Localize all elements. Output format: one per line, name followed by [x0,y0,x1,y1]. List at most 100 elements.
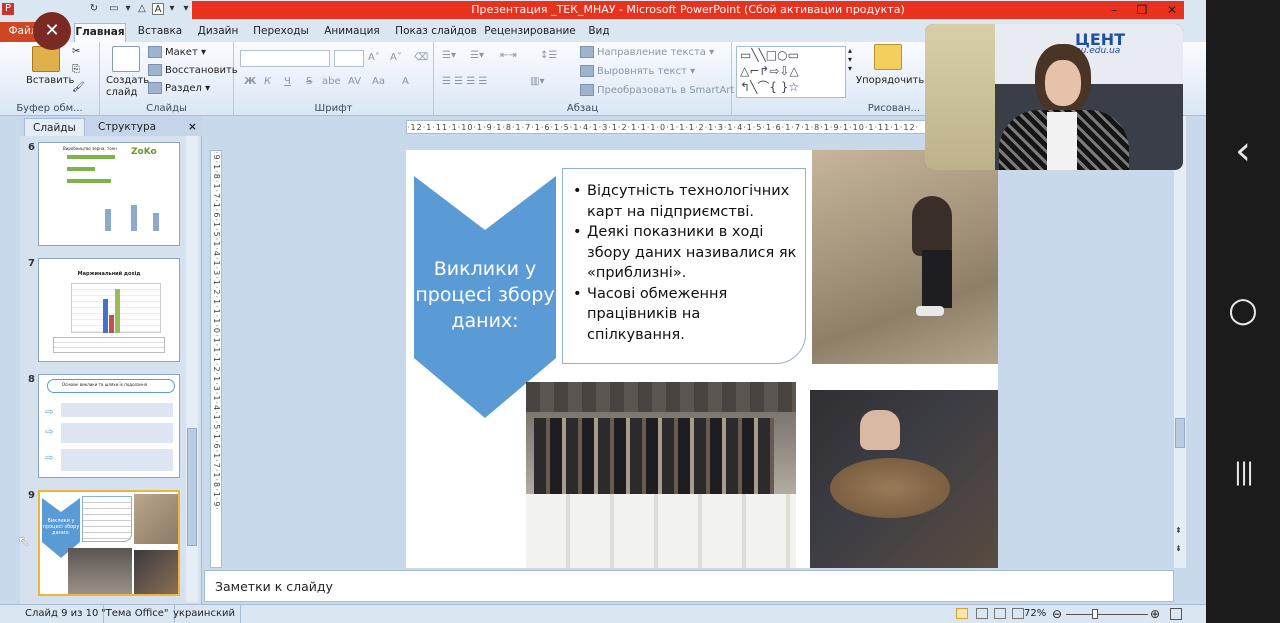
italic-button[interactable]: К [264,76,271,87]
tab-insert[interactable]: Вставка [134,23,186,42]
slide-canvas[interactable]: Виклики у процесі збору даних: Відсутніс… [406,150,998,568]
new-slide-icon[interactable] [112,46,140,72]
presenter-shirt [1047,112,1077,170]
bullet-item: Часові обмеження працівників на спілкува… [573,284,797,346]
minimize-button[interactable]: – [1102,1,1126,19]
format-painter-icon[interactable]: 🖌 [72,82,85,93]
reading-view-icon[interactable] [994,608,1006,619]
tab-transitions[interactable]: Переходы [252,23,310,42]
bullet-textbox[interactable]: Відсутність технологічних карт на підпри… [562,168,806,364]
underline-button[interactable]: Ч [284,76,291,87]
align-text-button[interactable]: Выровнять текст ▾ [580,65,695,77]
zoom-in-icon[interactable]: ⊕ [1150,605,1160,623]
fit-to-window-icon[interactable] [1170,608,1182,620]
redo-icon[interactable]: ↻ [88,3,100,15]
dropdown-icon[interactable]: ▾ [122,3,134,15]
shadow-button[interactable]: abe [322,76,341,87]
next-slide-icon[interactable]: ⇟ [1175,544,1182,553]
prev-slide-icon[interactable]: ⇞ [1175,526,1182,535]
section-button[interactable]: Раздел ▾ [148,82,210,94]
char-spacing-button[interactable]: AV [348,76,361,87]
align-icons[interactable]: ☰ ☰ ☰ ☰ [442,76,487,87]
text-direction-label: Направление текста ▾ [597,47,715,58]
slide-thumbnail[interactable]: Виробництво зерна, тонн ZoKo [38,142,180,246]
slide-editor: ·12·1·11·1·10·1·9·1·8·1·7·1·6·1·5·1·4·1·… [202,116,1186,568]
language-indicator[interactable]: украинский [168,605,242,623]
columns-icon[interactable]: ▥▾ [530,76,544,87]
wall-background [925,24,995,170]
reset-button[interactable]: Восстановить [148,64,238,76]
numbering-icon[interactable]: ☰▾ [470,50,484,61]
grow-font-button[interactable]: A˄ [368,52,380,63]
notes-pane[interactable]: Заметки к слайду [204,570,1174,602]
line-spacing-icon[interactable]: ↕☰ [540,50,557,61]
shapes-gallery[interactable]: ▭╲╲□○▭ △⌐↱⇨⇩△ ↰╲⌒{ }☆ [736,46,846,98]
photo-grain-pile[interactable] [812,150,998,364]
shapes-icon[interactable]: △ [136,3,148,15]
slideshow-icon[interactable]: ▭ [108,3,120,15]
tab-review[interactable]: Рецензирование [484,23,576,42]
slideshow-view-icon[interactable] [1012,608,1024,619]
zoom-level[interactable]: 72% [1024,605,1046,623]
android-nav-bar: ‹ ○ ||| [1206,0,1280,623]
new-slide-button[interactable]: Создать слайд [106,75,150,99]
zoom-out-icon[interactable]: ⊖ [1052,605,1062,623]
normal-view-icon[interactable] [956,608,968,619]
zoom-slider[interactable] [1066,614,1148,615]
bold-button[interactable]: Ж [244,76,256,87]
paste-icon[interactable] [32,46,60,72]
font-color-icon[interactable]: A [402,76,409,87]
arrange-icon[interactable] [874,44,902,70]
gallery-more-icon[interactable]: ▴ ▾ ▾ [848,46,852,73]
zoom-slider-thumb[interactable] [1092,609,1098,619]
back-button[interactable]: ‹ [1226,128,1260,174]
photo-grain-hands[interactable] [810,390,998,568]
textbox-icon[interactable]: A [152,3,164,15]
thumbnail-scrollbar[interactable] [186,136,198,602]
slide-thumbnail[interactable]: Основні виклики та шляхи їх подолання ⇨ … [38,374,180,478]
smartart-button[interactable]: Преобразовать в SmartArt ▾ [580,84,743,96]
photo-group-warehouse[interactable] [526,382,796,568]
powerpoint-window: P ↻ ▭ ▾ △ A ▾ ▾ Презентация _ТЕК_МНАУ - … [0,0,1206,623]
scrollbar-thumb[interactable] [187,428,197,546]
paste-button[interactable]: Вставить [26,75,74,86]
clear-format-icon[interactable]: ⌫ [414,52,428,63]
paragraph-group-label: Абзац [566,103,599,114]
font-size-select[interactable] [334,50,364,67]
font-family-select[interactable] [240,50,330,67]
tab-animations[interactable]: Анимация [320,23,384,42]
tab-slideshow[interactable]: Показ слайдов [394,23,478,42]
thumb-caption: Виклики у процесі збору даних: [42,518,80,536]
tab-slides[interactable]: Слайды [24,118,85,136]
recent-apps-button[interactable]: ||| [1226,458,1260,486]
maximize-button[interactable]: ❐ [1130,1,1154,19]
indent-icon[interactable]: ⇤⇥ [500,50,517,61]
layout-button[interactable]: Макет ▾ [148,46,206,58]
cut-icon[interactable]: ✂ [72,46,80,57]
arrange-button[interactable]: Упорядочить [856,75,924,86]
bullet-item: Деякі показники в ході збору даних назив… [573,222,797,284]
copy-icon[interactable]: ⎘ [72,64,80,75]
format-icon[interactable]: ▾ [166,3,178,15]
clipboard-group: Вставить ✂ ⎘ 🖌 Буфер обм... [0,42,100,116]
slide-scrollbar[interactable]: ⇞ ⇟ [1174,116,1186,568]
tab-view[interactable]: Вид [584,23,614,42]
strike-button[interactable]: S [306,76,312,87]
mic-muted-icon[interactable]: ✕ [33,12,71,50]
slide-sorter-icon[interactable] [976,608,988,619]
theme-name[interactable]: "Тема Office" [96,605,175,623]
tab-outline[interactable]: Структура [90,118,164,136]
change-case-button[interactable]: Aa [372,76,385,87]
shrink-font-button[interactable]: A˅ [390,52,402,63]
bullets-icon[interactable]: ☰▾ [442,50,456,61]
slide-thumbnail-selected[interactable]: Виклики у процесі збору даних: [38,490,180,596]
close-button[interactable]: ✕ [1160,1,1184,19]
tab-design[interactable]: Дизайн [194,23,242,42]
tab-home[interactable]: Главная [74,23,126,42]
scrollbar-thumb[interactable] [1175,418,1185,448]
home-button[interactable]: ○ [1226,290,1260,330]
thumb-caption: Основні виклики та шляхи їх подолання [47,379,175,393]
text-direction-button[interactable]: Направление текста ▾ [580,46,714,58]
slide-thumbnail[interactable]: Маржинальний дохід [38,258,180,362]
customize-qat-icon[interactable]: ▾ [180,3,192,15]
